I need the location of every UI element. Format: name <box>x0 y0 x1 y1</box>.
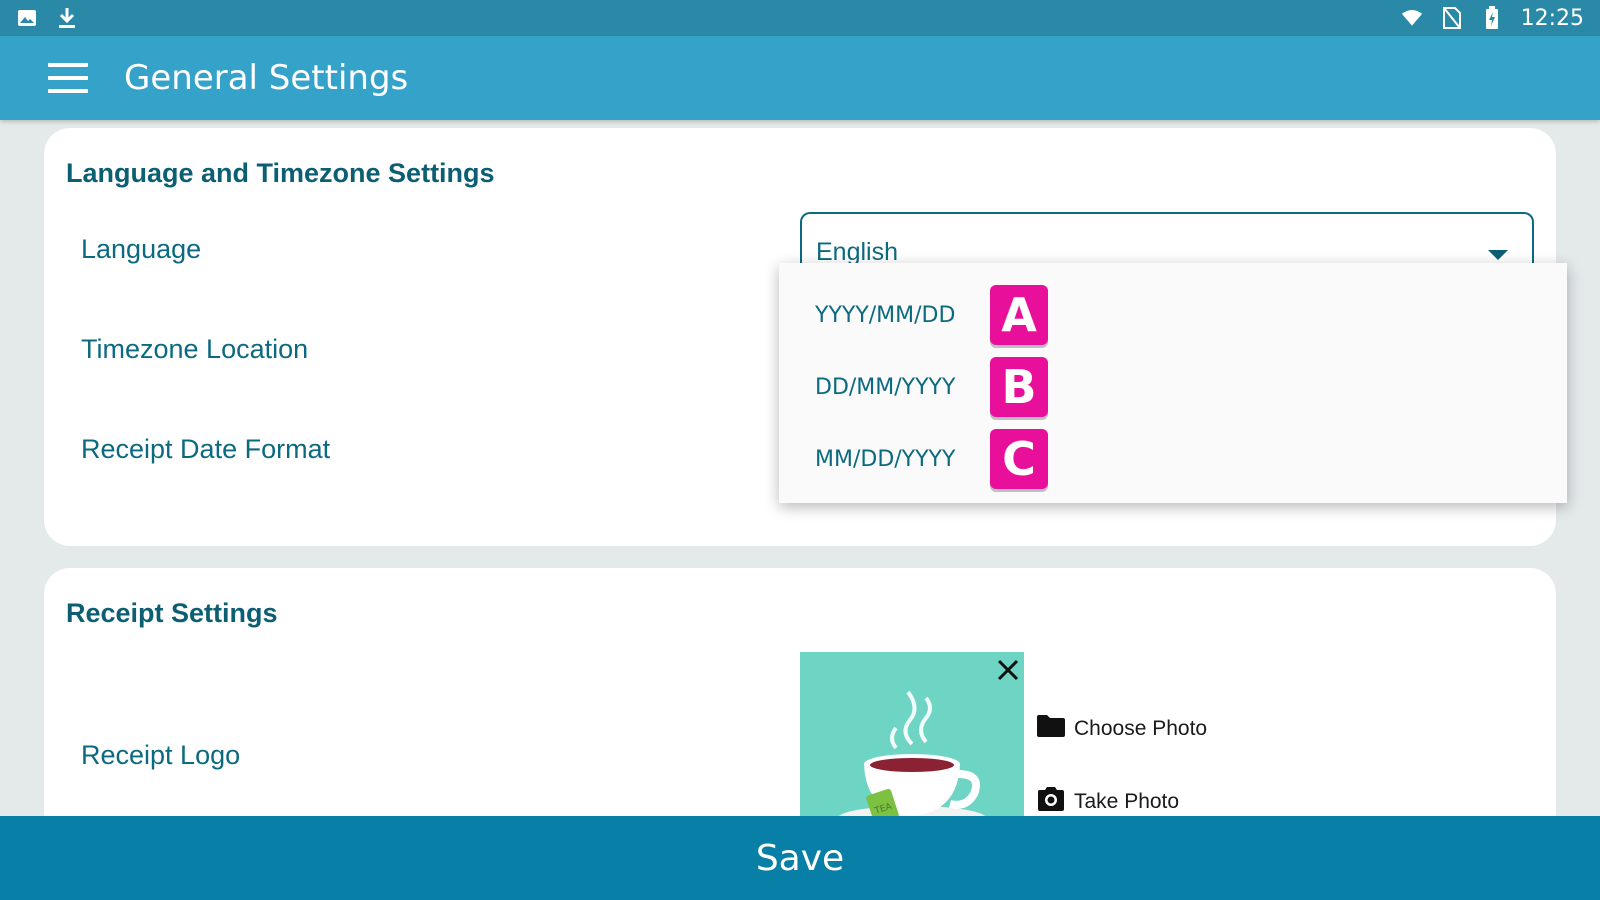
choose-photo-button[interactable]: Choose Photo <box>1036 714 1207 744</box>
tea-cup-logo-icon: TEA <box>838 690 986 830</box>
choose-photo-label: Choose Photo <box>1074 717 1208 740</box>
option-label: DD/MM/YYYY <box>815 374 956 400</box>
page-title: General Settings <box>124 58 409 98</box>
option-label: MM/DD/YYYY <box>815 446 956 472</box>
take-photo-button[interactable]: Take Photo <box>1036 786 1179 818</box>
language-select-value: English <box>816 238 898 266</box>
status-left <box>16 7 78 29</box>
folder-icon <box>1036 714 1066 744</box>
receipt-date-format-label: Receipt Date Format <box>81 434 331 464</box>
option-badge-c: C <box>990 429 1048 489</box>
hamburger-menu-icon[interactable] <box>48 63 88 93</box>
status-right: 12:25 <box>1401 6 1584 31</box>
take-photo-label: Take Photo <box>1074 790 1180 813</box>
date-format-option-dd-mm-yyyy[interactable]: DD/MM/YYYY B <box>815 355 1515 419</box>
option-badge-a: A <box>990 285 1048 345</box>
option-badge-b: B <box>990 357 1048 417</box>
wifi-icon <box>1401 7 1423 29</box>
receipt-logo-preview: TEA <box>800 652 1024 832</box>
language-label: Language <box>81 234 202 264</box>
no-sim-icon <box>1441 7 1463 29</box>
date-format-option-mm-dd-yyyy[interactable]: MM/DD/YYYY C <box>815 427 1515 491</box>
date-format-option-yyyy-mm-dd[interactable]: YYYY/MM/DD A <box>815 283 1515 347</box>
camera-icon <box>1036 786 1066 818</box>
app-bar: General Settings <box>0 36 1600 120</box>
receipt-logo-label: Receipt Logo <box>81 740 241 770</box>
image-icon <box>16 7 38 29</box>
download-icon <box>56 7 78 29</box>
receipt-section-title: Receipt Settings <box>66 598 278 628</box>
remove-logo-close-icon[interactable] <box>994 656 1022 684</box>
option-label: YYYY/MM/DD <box>815 302 956 328</box>
status-time: 12:25 <box>1520 5 1584 31</box>
language-section-title: Language and Timezone Settings <box>66 158 495 188</box>
chevron-down-icon <box>1488 250 1508 260</box>
battery-charging-icon <box>1481 6 1503 29</box>
timezone-label: Timezone Location <box>81 334 309 364</box>
save-button[interactable]: Save <box>0 816 1600 900</box>
status-bar: 12:25 <box>0 0 1600 36</box>
date-format-dropdown-menu: YYYY/MM/DD A DD/MM/YYYY B MM/DD/YYYY C <box>779 263 1567 503</box>
